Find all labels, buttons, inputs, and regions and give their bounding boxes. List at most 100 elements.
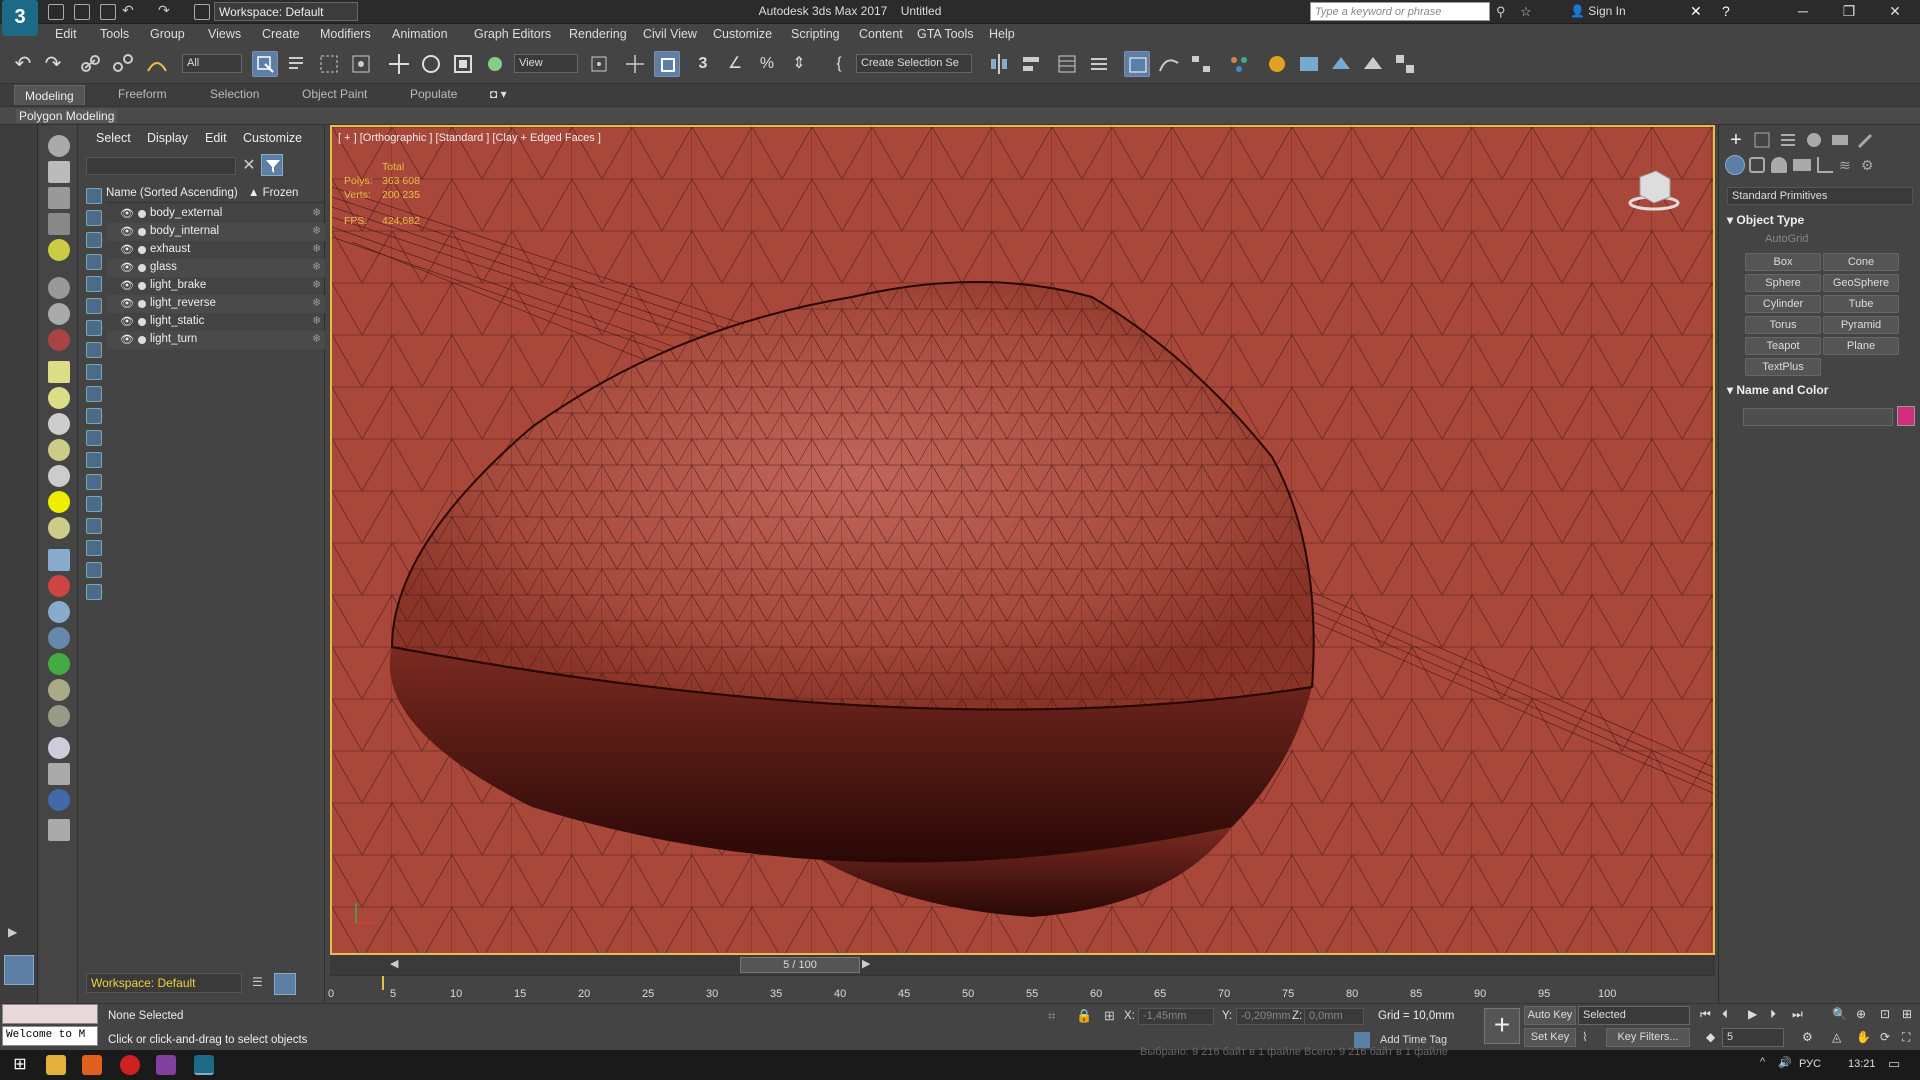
- viewport-orthographic[interactable]: [ + ] [Orthographic ] [Standard ] [Clay …: [330, 125, 1715, 955]
- globe-icon[interactable]: [48, 789, 70, 811]
- place-icon[interactable]: [482, 51, 508, 77]
- create-tab-icon[interactable]: +: [1725, 129, 1747, 151]
- tab-freeform[interactable]: Freeform: [118, 87, 167, 101]
- sphere-shaded-icon[interactable]: [48, 737, 70, 759]
- play-icon[interactable]: ▶: [1748, 1007, 1757, 1021]
- undo-icon[interactable]: ↶: [10, 51, 36, 77]
- file-explorer-icon[interactable]: [46, 1055, 66, 1075]
- redo-icon[interactable]: ↷: [40, 51, 66, 77]
- app-icon[interactable]: [156, 1055, 176, 1075]
- box-icon[interactable]: [48, 161, 70, 183]
- snowflake-icon[interactable]: ❄: [312, 332, 321, 345]
- snowflake-icon[interactable]: ❄: [312, 242, 321, 255]
- move-icon[interactable]: [386, 51, 412, 77]
- grid-icon[interactable]: [48, 213, 70, 235]
- sun-icon[interactable]: [48, 491, 70, 513]
- column-frozen[interactable]: ▲ Frozen: [248, 187, 298, 199]
- ribbon-options-icon[interactable]: ◘ ▾: [490, 87, 507, 101]
- key-filters-button[interactable]: Key Filters...: [1606, 1028, 1690, 1047]
- named-selection-dropdown[interactable]: Create Selection Se: [856, 54, 972, 73]
- time-slider-handle[interactable]: 5 / 100: [740, 957, 860, 973]
- viewport-label[interactable]: [ + ] [Orthographic ] [Standard ] [Clay …: [338, 132, 601, 144]
- hair-icon[interactable]: [48, 679, 70, 701]
- systems-icon[interactable]: ⚙: [1861, 157, 1874, 174]
- time-slider[interactable]: ◀ 5 / 100 ▶: [330, 955, 1715, 975]
- bone-icon[interactable]: [48, 575, 70, 597]
- name-and-color-rollout[interactable]: ▾ Name and Color: [1727, 383, 1913, 401]
- display-spacewarps-icon[interactable]: [86, 320, 102, 336]
- list-item[interactable]: 👁 body_external ❄: [106, 205, 325, 223]
- eye-icon[interactable]: 👁: [120, 279, 134, 292]
- snowflake-icon[interactable]: ❄: [312, 224, 321, 237]
- menu-views[interactable]: Views: [208, 27, 241, 41]
- cameras-icon[interactable]: [1793, 159, 1811, 171]
- absolute-mode-icon[interactable]: ⊞: [1104, 1008, 1115, 1024]
- lock-icon[interactable]: 🔒: [1076, 1008, 1092, 1024]
- zoom-extents-icon[interactable]: ⊡: [1880, 1007, 1890, 1021]
- explorer-menu-customize[interactable]: Customize: [243, 131, 302, 145]
- key-tangent-icon[interactable]: ⌇: [1582, 1030, 1588, 1044]
- goto-end-icon[interactable]: ⏭: [1792, 1007, 1803, 1022]
- display-hidden-icon[interactable]: [86, 452, 102, 468]
- tab-populate[interactable]: Populate: [410, 87, 457, 101]
- search-input[interactable]: Type a keyword or phrase: [1310, 2, 1490, 21]
- save-icon[interactable]: [100, 4, 116, 20]
- close-window-button[interactable]: ✕: [1872, 0, 1918, 24]
- key-mode-toggle-icon[interactable]: ◆: [1706, 1030, 1715, 1044]
- cloth-icon[interactable]: [48, 705, 70, 727]
- render-dot-icon[interactable]: [138, 282, 146, 290]
- cone-icon[interactable]: [48, 465, 70, 487]
- explorer-workspace-dropdown[interactable]: Workspace: Default: [86, 973, 242, 993]
- maximize-button[interactable]: ❐: [1826, 0, 1872, 24]
- geometry-icon[interactable]: [1725, 155, 1745, 175]
- pyramid-button[interactable]: Pyramid: [1823, 316, 1899, 334]
- display-none-icon[interactable]: [86, 188, 102, 204]
- tray-arrow-icon[interactable]: ^: [1760, 1056, 1765, 1068]
- align-icon[interactable]: [1018, 51, 1044, 77]
- key-mode-dropdown[interactable]: Selected: [1578, 1006, 1690, 1025]
- eye-icon[interactable]: 👁: [120, 261, 134, 274]
- biped-icon[interactable]: [48, 601, 70, 623]
- eye-icon[interactable]: 👁: [120, 243, 134, 256]
- rect-selection-region-icon[interactable]: [316, 51, 342, 77]
- list-item[interactable]: 👁 light_static ❄: [106, 313, 325, 331]
- filezilla-icon[interactable]: [82, 1055, 102, 1075]
- tab-object-paint[interactable]: Object Paint: [302, 87, 367, 101]
- render-dot-icon[interactable]: [138, 336, 146, 344]
- lights-icon[interactable]: [1771, 157, 1787, 173]
- render-production-icon[interactable]: [1328, 51, 1354, 77]
- scale-icon[interactable]: [450, 51, 476, 77]
- open-file-icon[interactable]: [74, 4, 90, 20]
- zoom-extents-all-icon[interactable]: ⊞: [1902, 1007, 1912, 1021]
- helpers-icon[interactable]: [1817, 157, 1833, 173]
- teapot-button[interactable]: Teapot: [1745, 337, 1821, 355]
- curve-editor-icon[interactable]: [1156, 51, 1182, 77]
- isolate-icon[interactable]: ⌗: [1048, 1008, 1055, 1024]
- unlink-icon[interactable]: [110, 51, 136, 77]
- snaps-toggle-icon[interactable]: 3: [690, 51, 716, 77]
- keyboard-shortcut-icon[interactable]: [654, 51, 680, 77]
- list-icon[interactable]: [48, 187, 70, 209]
- layer-explorer-icon[interactable]: [1054, 51, 1080, 77]
- sort-icon[interactable]: [274, 973, 296, 995]
- set-key-button[interactable]: Set Key: [1524, 1028, 1576, 1047]
- minimize-button[interactable]: ─: [1780, 0, 1826, 24]
- explorer-menu-edit[interactable]: Edit: [205, 131, 227, 145]
- snowflake-icon[interactable]: ❄: [312, 260, 321, 273]
- shapes-icon[interactable]: [1749, 157, 1765, 173]
- teapot-icon[interactable]: [48, 135, 70, 157]
- help-icon[interactable]: ?: [1722, 3, 1730, 19]
- mirror-icon[interactable]: [986, 51, 1012, 77]
- sign-in-button[interactable]: 👤 Sign In: [1570, 4, 1626, 18]
- script-icon[interactable]: [48, 819, 70, 841]
- polygon-modeling-label[interactable]: Polygon Modeling: [16, 109, 118, 123]
- eye-icon[interactable]: 👁: [120, 225, 134, 238]
- eye-icon[interactable]: 👁: [120, 333, 134, 346]
- helper-icon[interactable]: [48, 303, 70, 325]
- menu-edit[interactable]: Edit: [55, 27, 77, 41]
- spacewarps-icon[interactable]: ≋: [1839, 157, 1851, 174]
- new-file-icon[interactable]: [48, 4, 64, 20]
- clear-search-icon[interactable]: ✕: [240, 155, 258, 175]
- pivot-center-icon[interactable]: [586, 51, 612, 77]
- eye-icon[interactable]: 👁: [120, 315, 134, 328]
